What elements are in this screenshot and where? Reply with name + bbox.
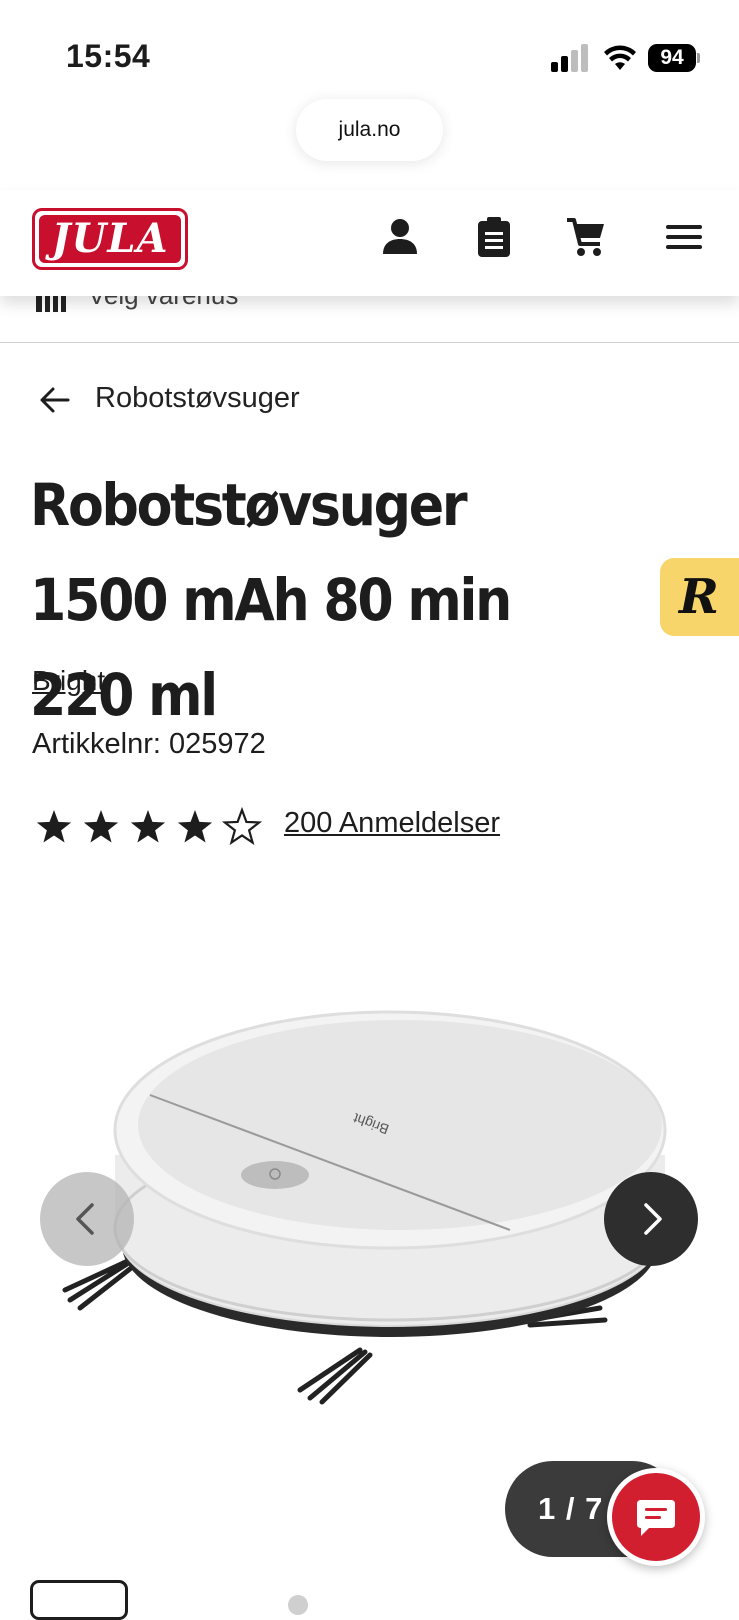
star-filled-icon — [177, 810, 213, 843]
chevron-right-icon — [644, 1203, 662, 1235]
breadcrumb-link[interactable]: Robotstøvsuger — [95, 382, 300, 415]
cellular-signal-icon — [551, 44, 591, 72]
star-empty-icon — [221, 806, 263, 846]
wifi-icon — [603, 44, 637, 72]
brand-link[interactable]: Bright — [32, 665, 105, 697]
gallery-counter-text: 1 / 7 — [538, 1491, 604, 1526]
r-badge-button[interactable]: R — [660, 558, 739, 636]
chat-bubble-icon — [637, 1500, 675, 1536]
battery-level: 94 — [648, 44, 696, 72]
chat-button[interactable] — [607, 1468, 705, 1566]
reviews-link[interactable]: 200 Anmeldelser — [284, 807, 500, 840]
carousel-prev-button[interactable] — [40, 1172, 134, 1266]
star-filled-icon — [130, 810, 166, 843]
back-arrow-icon[interactable] — [38, 383, 72, 417]
gallery-thumbnail-dot[interactable] — [288, 1595, 308, 1615]
menu-icon[interactable] — [664, 216, 704, 258]
rating-stars — [36, 806, 263, 846]
product-image-robot-vacuum: Bright — [62, 1010, 667, 1405]
clipboard-icon[interactable] — [474, 216, 514, 258]
battery-indicator: 94 — [648, 44, 700, 72]
article-number: Artikkelnr: 025972 — [32, 728, 266, 760]
jula-logo[interactable]: JULA — [32, 208, 188, 270]
logo-text: JULA — [39, 215, 181, 263]
address-bar[interactable]: jula.no — [296, 99, 443, 161]
carousel-next-button[interactable] — [604, 1172, 698, 1266]
r-badge-letter: R — [679, 569, 719, 625]
status-time: 15:54 — [66, 38, 151, 74]
site-header: JULA — [0, 190, 739, 296]
star-filled-icon — [83, 810, 119, 843]
chevron-left-icon — [76, 1203, 94, 1235]
star-filled-icon — [36, 810, 72, 843]
cart-icon[interactable] — [566, 216, 606, 258]
product-title: Robotstøvsuger 1500 mAh 80 min 220 ml — [30, 471, 512, 729]
gallery-thumbnail[interactable] — [30, 1580, 128, 1620]
account-icon[interactable] — [380, 216, 420, 258]
